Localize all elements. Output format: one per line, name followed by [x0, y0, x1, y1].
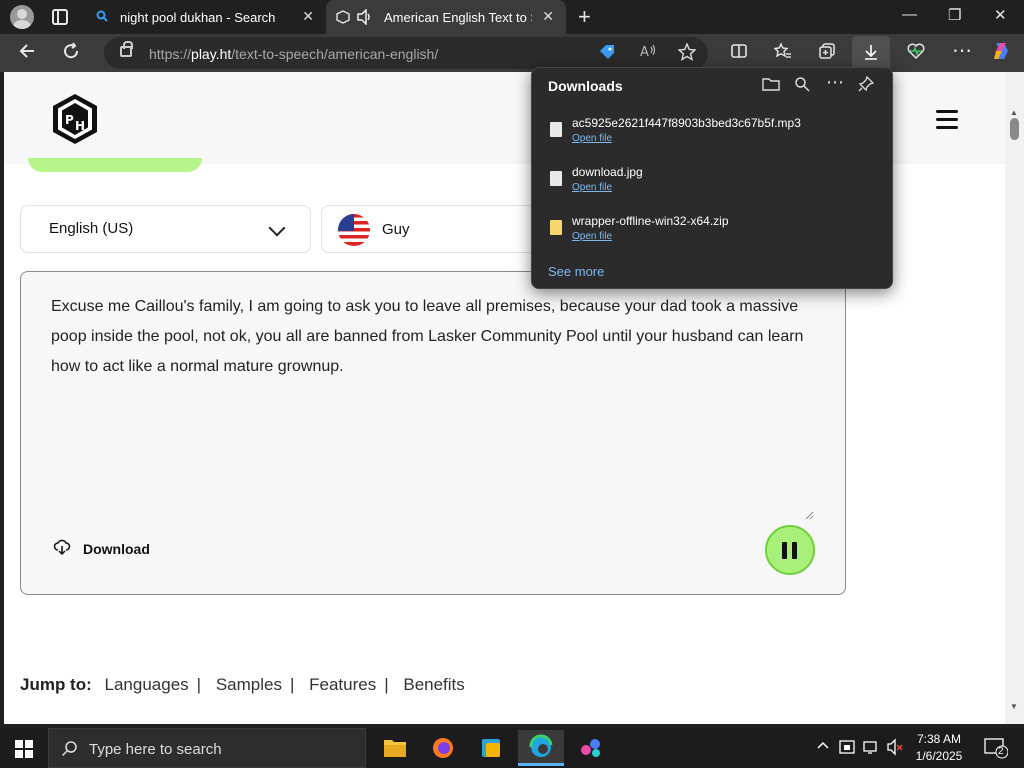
tab-playht[interactable]: American English Text to Speech ✕ [326, 0, 566, 34]
firefox-icon[interactable] [420, 730, 466, 766]
favorite-star-icon[interactable] [677, 42, 697, 66]
downloads-button[interactable] [852, 36, 890, 70]
download-filename: ac5925e2621f447f8903b3bed3c67b5f.mp3 [572, 116, 801, 130]
jump-link-benefits[interactable]: Benefits [403, 675, 464, 694]
jump-to-label: Jump to: [20, 675, 92, 694]
favorites-icon[interactable] [773, 42, 792, 65]
volume-muted-icon[interactable] [886, 738, 904, 759]
image-file-icon [550, 171, 562, 186]
windows-start-icon[interactable] [15, 740, 33, 758]
zip-file-icon [550, 220, 562, 235]
url-text: https://play.ht/text-to-speech/american-… [149, 46, 439, 62]
playht-logo-icon[interactable]: P H [50, 92, 100, 146]
tab-title: night pool dukhan - Search [120, 10, 276, 25]
file-explorer-icon[interactable] [372, 730, 418, 766]
download-item[interactable]: download.jpg Open file [548, 165, 878, 205]
open-file-link[interactable]: Open file [572, 182, 612, 193]
more-options-icon[interactable]: ⋯ [826, 72, 844, 93]
health-monitor-icon[interactable] [906, 42, 926, 65]
tts-text-editor[interactable]: Excuse me Caillou's family, I am going t… [20, 271, 846, 595]
editor-text[interactable]: Excuse me Caillou's family, I am going t… [51, 292, 821, 382]
playht-favicon-icon [336, 10, 350, 24]
open-folder-icon[interactable] [762, 76, 780, 96]
menu-hamburger-icon[interactable] [936, 110, 958, 129]
split-screen-icon[interactable] [730, 42, 748, 65]
voice-name: Guy [382, 221, 410, 238]
close-window-button[interactable]: ✕ [994, 6, 1007, 24]
tab-search[interactable]: night pool dukhan - Search ✕ [86, 0, 326, 34]
scrollbar-thumb[interactable] [1010, 118, 1019, 140]
network-icon[interactable] [862, 738, 880, 759]
pin-icon[interactable] [858, 75, 875, 96]
us-flag-icon [338, 214, 370, 246]
browser-tab-bar: night pool dukhan - Search ✕ American En… [0, 0, 1024, 34]
search-icon [61, 740, 79, 763]
jump-link-samples[interactable]: Samples [216, 675, 282, 694]
search-downloads-icon[interactable] [794, 76, 810, 96]
tab-close-icon[interactable]: ✕ [302, 8, 314, 25]
open-file-link[interactable]: Open file [572, 133, 612, 144]
cloud-download-icon [53, 538, 71, 561]
maximize-button[interactable]: ❐ [948, 6, 961, 24]
search-placeholder: Type here to search [89, 741, 222, 758]
download-item[interactable]: ac5925e2621f447f8903b3bed3c67b5f.mp3 Ope… [548, 116, 878, 156]
profile-avatar-icon[interactable] [10, 5, 34, 29]
notification-count: 2 [998, 746, 1004, 757]
downloads-panel: Downloads ⋯ ac5925e2621f447f8903b3bed3c6… [531, 67, 893, 289]
open-file-link[interactable]: Open file [572, 231, 612, 242]
jump-link-languages[interactable]: Languages [105, 675, 189, 694]
search-icon [96, 10, 110, 24]
taskbar-search-box[interactable]: Type here to search [48, 728, 366, 768]
download-label: Download [83, 541, 150, 557]
download-arrow-icon [863, 43, 879, 66]
voice-select[interactable]: Guy [321, 205, 541, 253]
back-arrow-icon[interactable] [18, 42, 36, 65]
jump-link-features[interactable]: Features [309, 675, 376, 694]
minimize-button[interactable]: — [902, 6, 917, 23]
audio-file-icon [550, 122, 562, 137]
page-scrollbar[interactable]: ▲ ▼ [1005, 72, 1024, 724]
system-clock[interactable]: 7:38 AM 1/6/2025 [912, 731, 966, 765]
windows-taskbar: Type here to search 7:38 AM 1/6/2025 2 [0, 728, 1024, 768]
tag-icon[interactable] [598, 43, 616, 66]
download-audio-button[interactable]: Download [53, 538, 150, 560]
scroll-down-icon[interactable]: ▼ [1010, 702, 1018, 711]
downloads-title: Downloads [548, 78, 623, 94]
notifications-icon[interactable]: 2 [984, 737, 1009, 762]
pause-button[interactable] [765, 525, 815, 575]
chevron-down-icon [268, 219, 286, 237]
download-item[interactable]: wrapper-offline-win32-x64.zip Open file [548, 214, 878, 254]
copilot-icon[interactable] [990, 40, 1012, 67]
scroll-up-icon[interactable]: ▲ [1010, 108, 1018, 117]
app-icon[interactable] [568, 730, 614, 766]
pause-icon [782, 542, 787, 559]
tab-title: American English Text to Speech [384, 10, 532, 25]
tray-app-icon[interactable] [838, 738, 856, 759]
language-select[interactable]: English (US) [20, 205, 311, 253]
jump-to-nav: Jump to: Languages | Samples | Features | B… [20, 675, 465, 694]
download-filename: download.jpg [572, 165, 643, 179]
speaker-icon[interactable] [356, 8, 374, 26]
collections-icon[interactable] [818, 42, 836, 65]
read-aloud-icon[interactable]: A [640, 43, 658, 63]
cta-button-edge[interactable] [28, 158, 202, 172]
refresh-icon[interactable] [62, 42, 80, 65]
language-value: English (US) [49, 220, 134, 237]
svg-text:P: P [65, 113, 74, 127]
chevron-up-icon[interactable] [816, 738, 830, 755]
address-bar[interactable]: https://play.ht/text-to-speech/american-… [104, 37, 708, 69]
new-tab-button[interactable]: + [578, 4, 591, 30]
edge-browser-icon[interactable] [518, 730, 564, 766]
svg-text:A: A [640, 45, 649, 59]
lock-icon[interactable] [120, 41, 133, 57]
resize-handle-icon[interactable] [804, 507, 814, 520]
svg-text:H: H [75, 119, 85, 133]
app-icon[interactable] [468, 730, 514, 766]
tab-actions-icon[interactable] [52, 9, 68, 25]
see-more-link[interactable]: See more [548, 264, 604, 279]
tab-close-icon[interactable]: ✕ [542, 8, 554, 25]
download-filename: wrapper-offline-win32-x64.zip [572, 214, 729, 228]
more-options-icon[interactable]: ⋯ [952, 38, 972, 63]
